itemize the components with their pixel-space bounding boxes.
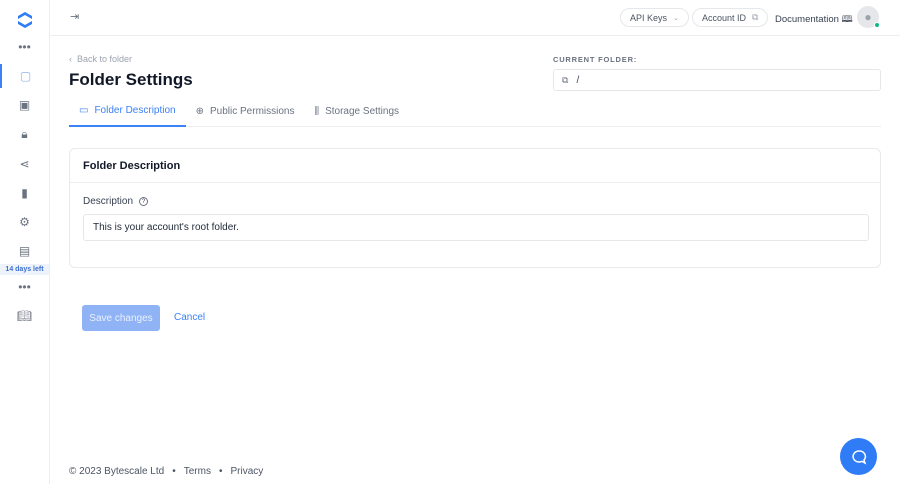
share-icon[interactable]: ⋖ xyxy=(0,152,49,176)
documentation-link[interactable]: Documentation 🕮 xyxy=(775,12,853,28)
sidebar: ••• ▢ ▣ 🔒︎ ⋖ ▮ ⚙ ▤ 14 days left ••• 📖︎ xyxy=(0,0,50,484)
more-icon[interactable]: ••• xyxy=(0,35,49,59)
copyright: © 2023 Bytescale Ltd xyxy=(69,466,165,477)
images-icon[interactable]: ▣ xyxy=(0,93,49,117)
globe-icon: ⊕ xyxy=(195,106,204,117)
api-keys-label: API Keys xyxy=(630,12,668,23)
cancel-button[interactable]: Cancel xyxy=(174,312,205,323)
support-chat-button[interactable] xyxy=(840,438,877,475)
current-folder-field[interactable]: ⧉ / xyxy=(553,69,881,91)
settings-gear-icon[interactable]: ⚙ xyxy=(0,210,49,234)
chat-bubble-icon xyxy=(851,449,866,465)
page-title: Folder Settings xyxy=(69,70,193,89)
folder-copy-icon: ⧉ xyxy=(562,74,569,85)
bytescale-logo[interactable] xyxy=(0,8,49,32)
tab-label: Folder Description xyxy=(94,105,176,116)
separator: • xyxy=(172,466,176,477)
folder-description-card: Folder Description Description? This is … xyxy=(69,148,881,268)
description-input[interactable]: This is your account's root folder. xyxy=(83,214,869,241)
documentation-label: Documentation xyxy=(775,14,839,25)
tab-label: Storage Settings xyxy=(325,106,400,117)
trial-badge[interactable]: 14 days left xyxy=(0,264,49,275)
lock-icon[interactable]: 🔒︎ xyxy=(0,122,49,146)
help-question-icon[interactable]: ? xyxy=(139,197,149,206)
tab-public-permissions[interactable]: ⊕ Public Permissions xyxy=(186,96,305,127)
separator: • xyxy=(218,466,223,477)
api-keys-dropdown[interactable]: API Keys ⌄ xyxy=(620,8,689,27)
back-label: Back to folder xyxy=(77,54,133,64)
billing-icon[interactable]: ▤ xyxy=(0,239,49,263)
book-icon: 🕮 xyxy=(841,14,853,25)
chevron-down-icon: ⌄ xyxy=(673,14,679,22)
avatar[interactable]: ● xyxy=(857,6,880,28)
description-icon: ▭ xyxy=(79,105,89,116)
footer: © 2023 Bytescale Ltd • Terms • Privacy xyxy=(69,466,263,477)
book-icon[interactable]: 📖︎ xyxy=(0,304,49,328)
analytics-icon[interactable]: ▮ xyxy=(0,181,49,205)
more-icon-2[interactable]: ••• xyxy=(0,275,49,299)
topbar: ⇥ API Keys ⌄ Account ID ⧉ Documentation 🕮 … xyxy=(50,0,900,36)
tab-folder-description[interactable]: ▭ Folder Description xyxy=(69,96,186,127)
online-status-dot xyxy=(874,22,880,28)
terms-link[interactable]: Terms xyxy=(184,466,211,477)
card-title: Folder Description xyxy=(70,149,880,183)
copy-icon: ⧉ xyxy=(752,12,759,22)
back-to-folder-link[interactable]: ‹ Back to folder xyxy=(69,54,132,64)
expand-sidebar-icon[interactable]: ⇥ xyxy=(70,10,79,23)
description-label: Description xyxy=(83,196,134,207)
save-changes-button[interactable]: Save changes xyxy=(82,305,160,331)
sliders-icon: ⫼ xyxy=(314,106,320,117)
account-id-label: Account ID xyxy=(702,12,747,23)
files-icon[interactable]: ▢ xyxy=(0,64,49,88)
current-folder-label: CURRENT FOLDER: xyxy=(553,55,638,64)
account-id-button[interactable]: Account ID ⧉ xyxy=(692,8,769,27)
description-label-row: Description? xyxy=(83,196,149,207)
tab-label: Public Permissions xyxy=(210,106,295,117)
tab-storage-settings[interactable]: ⫼ Storage Settings xyxy=(304,96,409,127)
current-folder-value: / xyxy=(576,74,580,86)
settings-tabs: ▭ Folder Description ⊕ Public Permissions … xyxy=(69,96,881,127)
privacy-link[interactable]: Privacy xyxy=(230,466,263,477)
